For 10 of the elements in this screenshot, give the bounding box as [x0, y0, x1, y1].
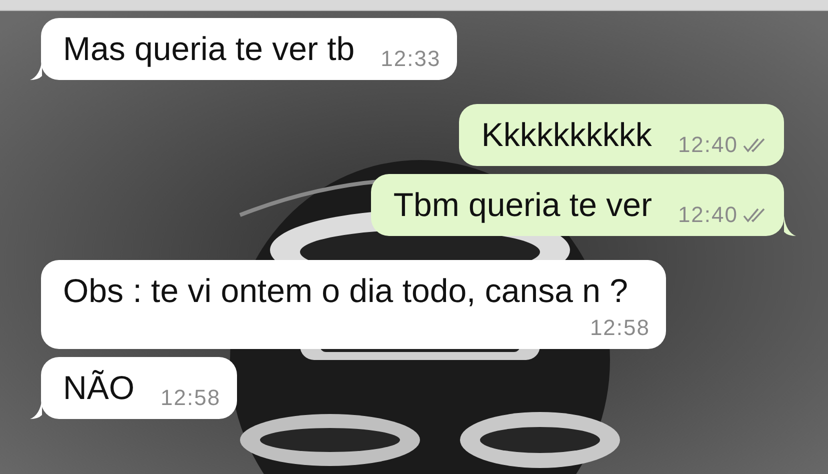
message-text: Kkkkkkkkkk: [481, 115, 652, 155]
message-text: Obs : te vi ontem o dia todo, cansa n ?: [63, 271, 628, 311]
message-time: 12:33: [380, 45, 441, 73]
message-time: 12:58: [160, 384, 221, 412]
message-text: Tbm queria te ver: [393, 185, 652, 225]
message-time: 12:58: [590, 314, 650, 342]
message-text: NÃO: [63, 368, 135, 408]
message-text: Mas queria te ver tb: [63, 29, 355, 69]
message-time: 12:40: [678, 201, 738, 229]
message-time: 12:40: [678, 131, 738, 159]
